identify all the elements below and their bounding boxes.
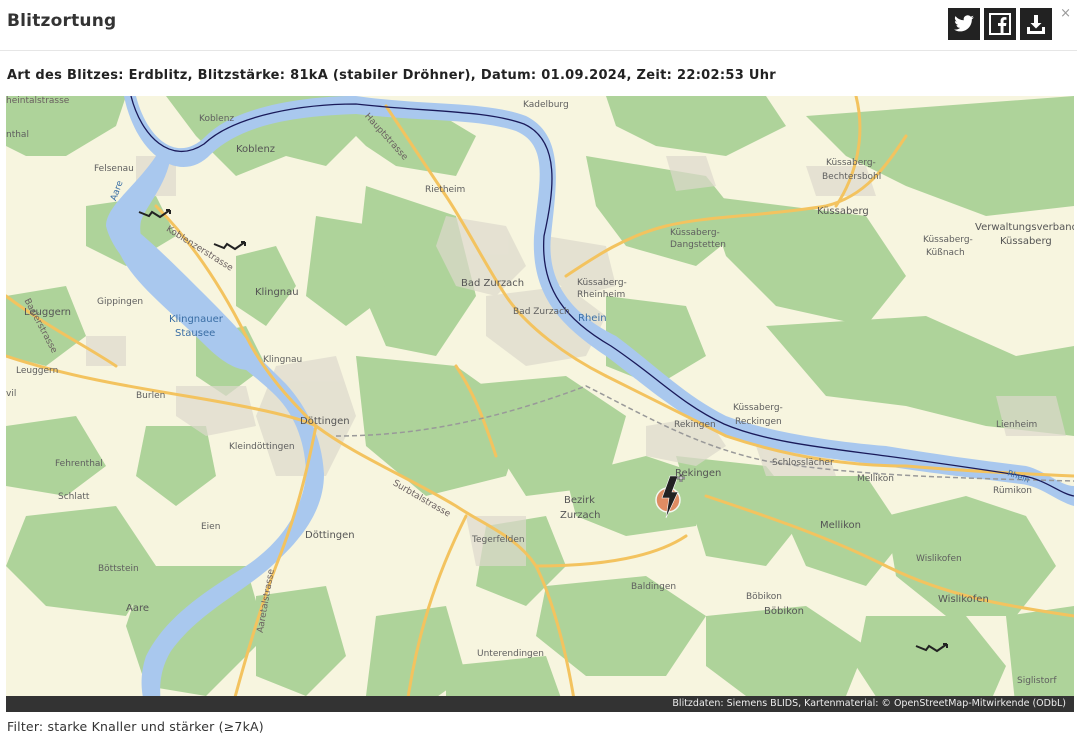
- map-base: [6, 96, 1074, 712]
- map-label: Rhein: [578, 313, 607, 324]
- map-label: Klingnau: [255, 287, 299, 298]
- map-label: Zurzach: [560, 510, 601, 521]
- map-label: Rümikon: [993, 486, 1032, 496]
- map-label: Leuggern: [16, 366, 59, 376]
- map-label: Küssaberg: [817, 206, 869, 217]
- map-label: Bad Zurzach: [461, 278, 525, 289]
- map-label: Döttingen: [300, 416, 350, 427]
- map-label: Mellikon: [857, 474, 894, 484]
- map-label: Küssaberg-: [733, 403, 783, 413]
- share-twitter-button[interactable]: [948, 8, 980, 40]
- map-label: Tegerfelden: [472, 535, 525, 545]
- facebook-icon: [989, 13, 1011, 35]
- dialog-header: Blitzortung ×: [0, 0, 1077, 51]
- map-label: Baldingen: [631, 582, 677, 592]
- map-label: Böbikon: [746, 592, 782, 602]
- map-label: Stausee: [175, 328, 216, 339]
- twitter-icon: [954, 15, 974, 32]
- map-label: Fehrenthal: [55, 459, 103, 469]
- download-button[interactable]: [1020, 8, 1052, 40]
- map-label: Schlatt: [58, 492, 90, 502]
- map-label: Mellikon: [820, 520, 862, 531]
- map-label: Böbikon: [764, 606, 804, 617]
- map-label: Klingnauer: [169, 314, 223, 325]
- map-label: Dangstetten: [670, 240, 726, 250]
- close-icon[interactable]: ×: [1060, 6, 1071, 21]
- map-label: Wislikofen: [938, 594, 989, 605]
- map-label: vil: [6, 389, 17, 399]
- map-label: Rietheim: [425, 185, 466, 195]
- strike-info-text: Art des Blitzes: Erdblitz, Blitzstärke: …: [7, 68, 777, 83]
- map-label: Lienheim: [996, 420, 1038, 430]
- map-label: Gippingen: [97, 297, 144, 307]
- share-facebook-button[interactable]: [984, 8, 1016, 40]
- map-label: Schlosslächer: [772, 458, 834, 468]
- map-label: Koblenz: [199, 114, 235, 124]
- map-label: Küssaberg-: [577, 278, 627, 288]
- map-label: Kadelburg: [523, 100, 569, 110]
- map-label: Eien: [201, 522, 221, 532]
- map-label: Rekingen: [675, 468, 722, 479]
- map-label: Küssaberg-: [670, 228, 720, 238]
- map-label: Felsenau: [94, 164, 134, 174]
- map-attribution: Blitzdaten: Siemens BLIDS, Kartenmateria…: [6, 696, 1074, 712]
- map-label: Reckingen: [735, 417, 782, 427]
- map-label: Siglistorf: [1017, 676, 1057, 686]
- map-label: nthal: [6, 130, 29, 140]
- map-label: Küssaberg-: [923, 235, 973, 245]
- map-label: Burlen: [136, 391, 166, 401]
- map-label: Verwaltungsverband: [975, 222, 1074, 233]
- map-label: Wislikofen: [916, 554, 962, 564]
- map-label: Döttingen: [305, 530, 355, 541]
- filter-text: Filter: starke Knaller und stärker (≥7kA…: [7, 719, 264, 734]
- map-label: Bechtersbohl: [822, 172, 882, 182]
- dialog-title: Blitzortung: [7, 11, 117, 31]
- map-label: Koblenz: [236, 144, 276, 155]
- map-label: heintalstrasse: [6, 96, 70, 106]
- map-label: Bad Zurzach: [513, 307, 570, 317]
- map-label: Kleindöttingen: [229, 442, 295, 452]
- map-label: Unterendingen: [477, 649, 544, 659]
- map-label: Aare: [126, 603, 150, 614]
- map-label: Klingnau: [263, 355, 303, 365]
- map-label: Küssaberg-: [826, 158, 876, 168]
- map-label: Rekingen: [674, 420, 716, 430]
- map-label: Rheinheim: [577, 290, 626, 300]
- map-label: Böttstein: [98, 564, 139, 574]
- map-label: Bezirk: [564, 495, 595, 506]
- download-icon: [1027, 15, 1045, 34]
- map-label: Küßnach: [926, 248, 965, 258]
- map-label: Küssaberg: [1000, 236, 1052, 247]
- lightning-map[interactable]: heintalstrasse Koblenz nthal Koblenz Fel…: [6, 96, 1074, 712]
